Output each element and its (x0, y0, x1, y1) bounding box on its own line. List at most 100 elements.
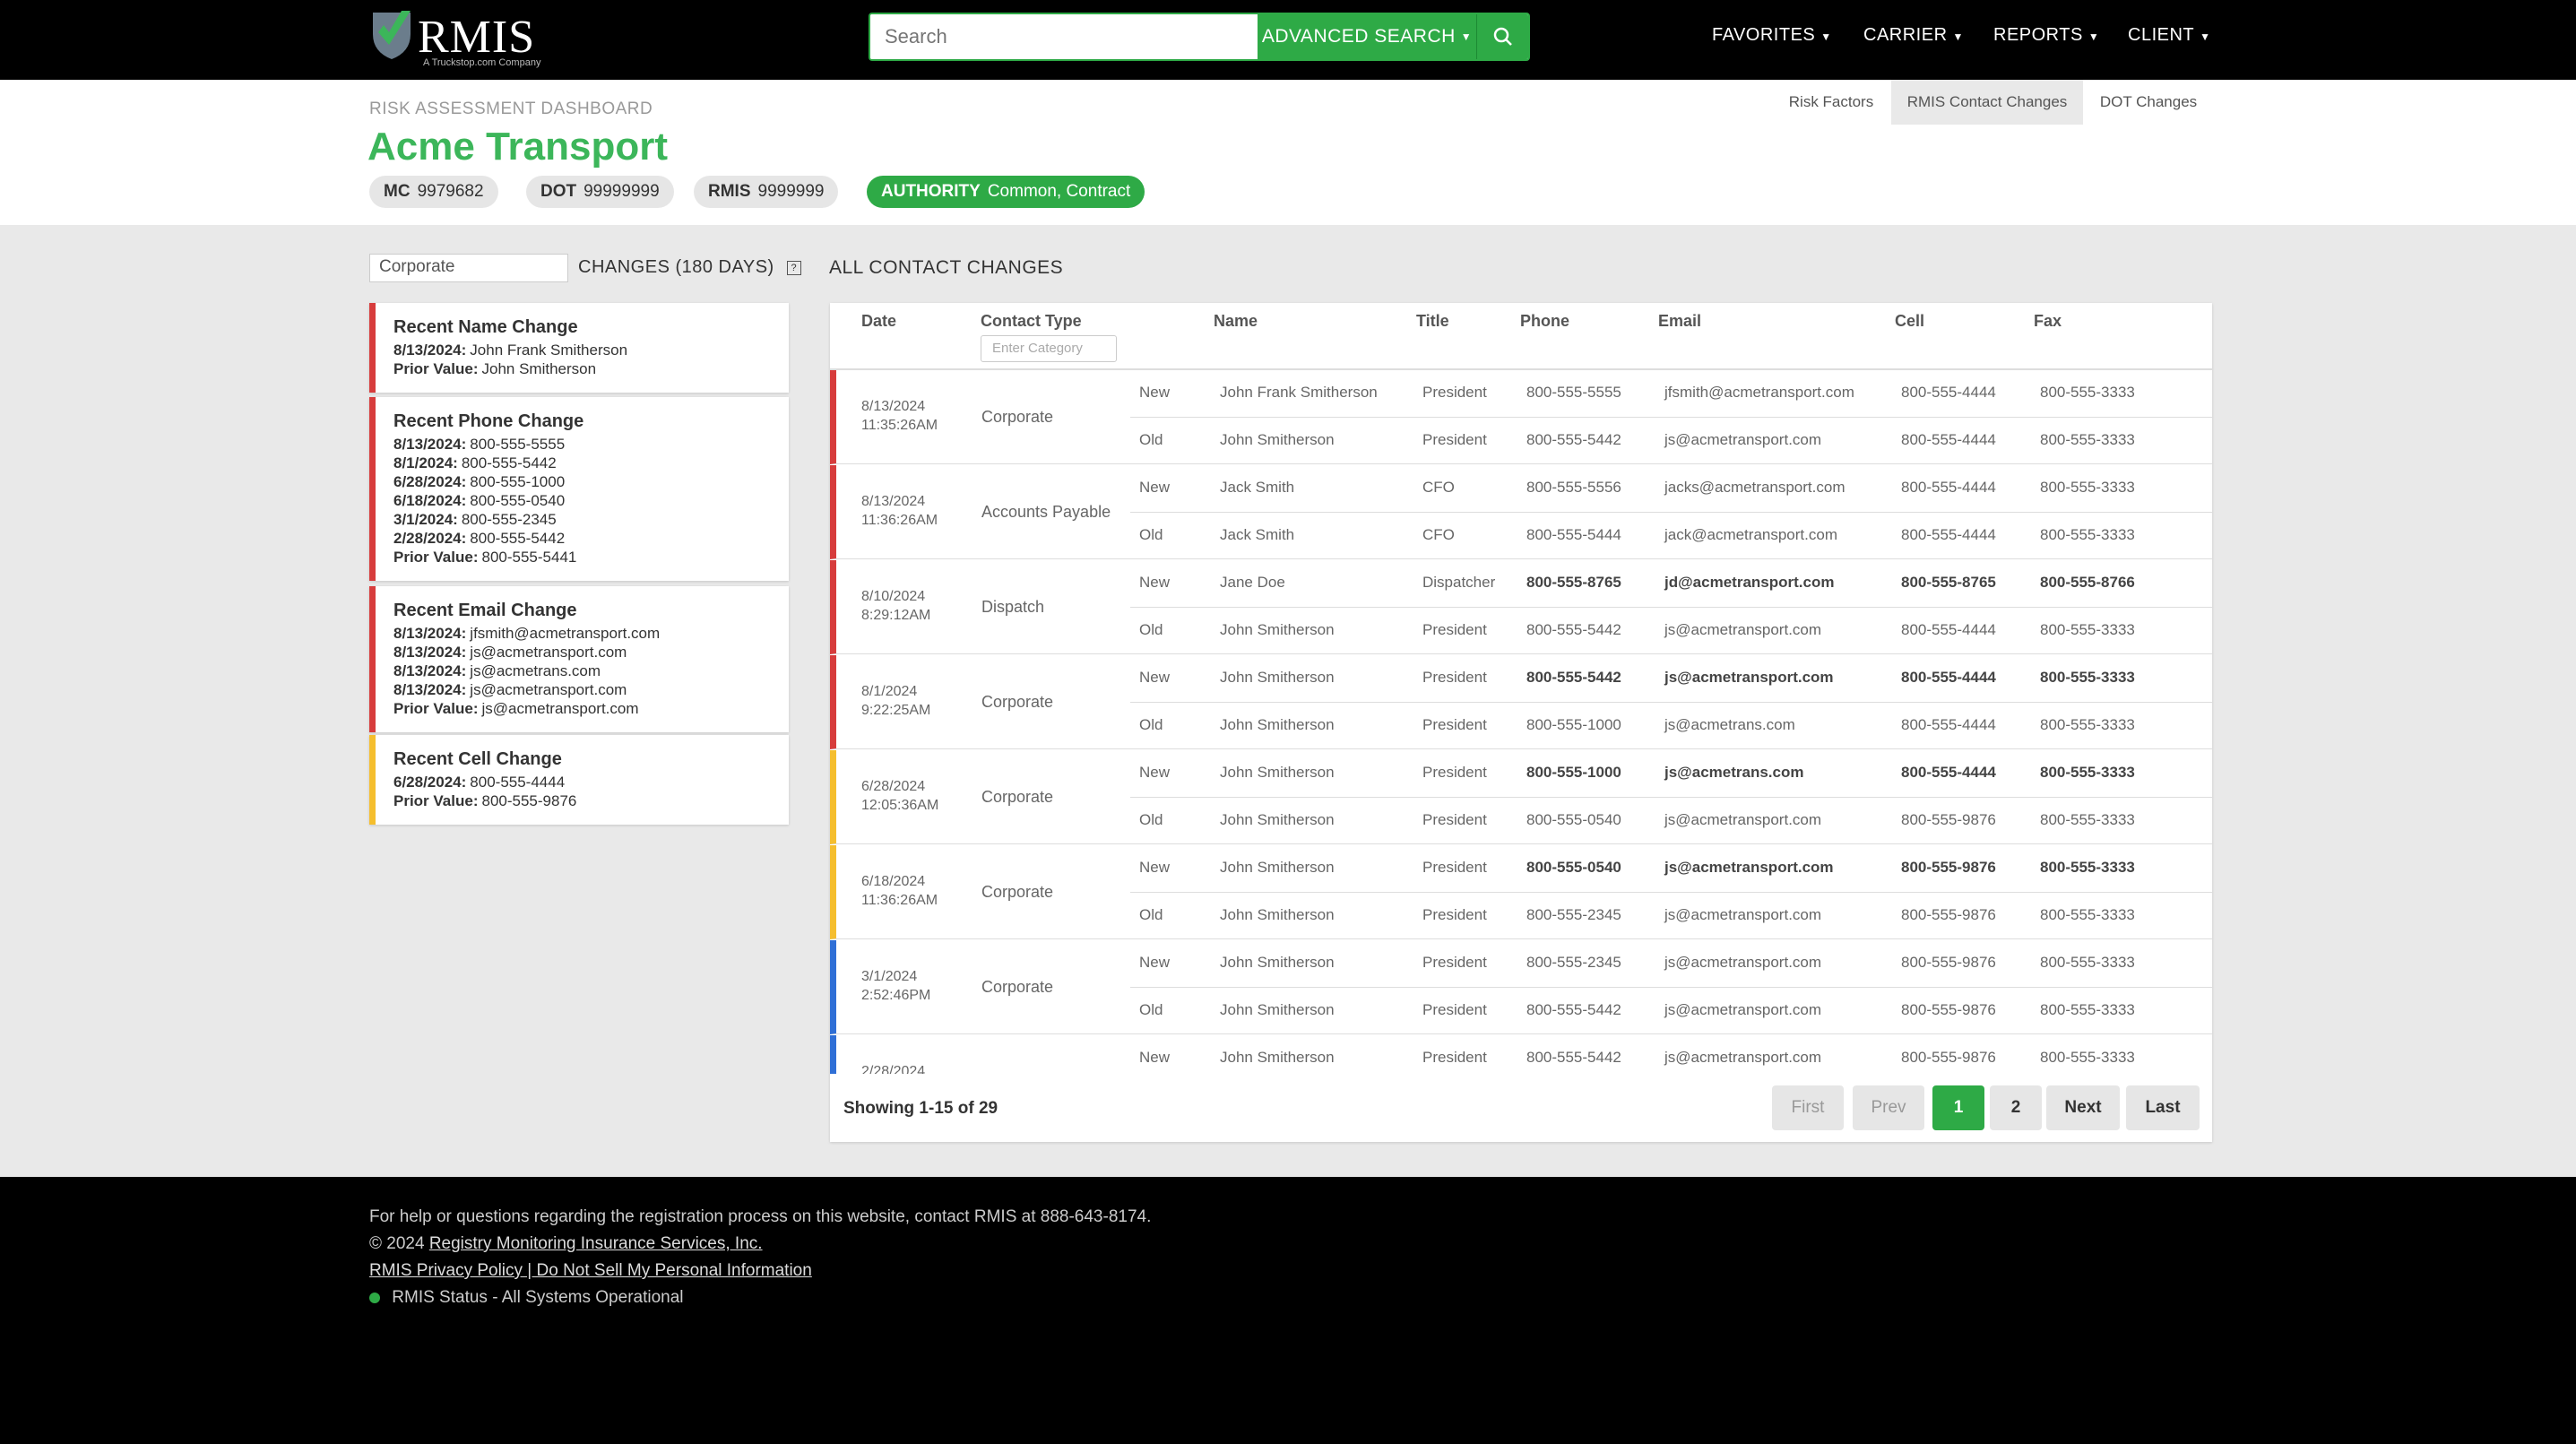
logo-tagline: A Truckstop.com Company (423, 57, 541, 68)
change-date: 8/10/2024 8:29:12AM (861, 589, 931, 623)
table-row[interactable]: New Jack Smith CFO 800-555-5556 jacks@acmetr… (1130, 465, 2212, 512)
table-row[interactable]: New John Smitherson President 800-555-5442 j… (1130, 655, 2212, 702)
table-row[interactable]: New John Smitherson President 800-555-5442 j… (1130, 1035, 2212, 1074)
tab-contact-changes[interactable]: RMIS Contact Changes (1891, 80, 2083, 125)
tab-dot-changes[interactable]: DOT Changes (2090, 80, 2207, 125)
cell-phone: 800-555-0540 (1526, 859, 1621, 876)
contact-type: Corporate (981, 408, 1054, 426)
cell-phone: 800-555-2345 (1526, 906, 1621, 923)
breadcrumb: RISK ASSESSMENT DASHBOARD (369, 99, 653, 118)
table-row[interactable]: Old John Smitherson President 800-555-0540 j… (1130, 797, 2212, 843)
search-button[interactable] (1476, 14, 1528, 59)
search-bar: ADVANCED SEARCH ▼ (869, 13, 1530, 61)
table-row-group: 6/28/2024 12:05:36AM Corporate New John Smit… (830, 750, 2212, 844)
change-card: Recent Cell Change 6/28/2024: 800-555-4444… (369, 735, 789, 825)
table-row[interactable]: Old Jack Smith CFO 800-555-5444 jack@acmetra… (1130, 512, 2212, 558)
col-contact-type[interactable]: Contact Type (981, 312, 1082, 331)
company-link[interactable]: Registry Monitoring Insurance Services, … (429, 1234, 763, 1253)
cell-title: CFO (1422, 479, 1455, 496)
search-icon (1493, 27, 1512, 46)
change-card-title: Recent Phone Change (393, 411, 584, 431)
prev-page-button[interactable]: Prev (1853, 1085, 1924, 1130)
cell-state: Old (1139, 906, 1163, 923)
cell-cell: 800-555-4444 (1901, 621, 1996, 638)
cell-state: Old (1139, 716, 1163, 733)
change-card-line: 8/13/2024: 800-555-5555 (393, 436, 566, 453)
cell-phone: 800-555-5444 (1526, 526, 1621, 543)
last-page-button[interactable]: Last (2126, 1085, 2200, 1130)
authority-badge: AUTHORITY Common, Contract (867, 176, 1145, 208)
cell-fax: 800-555-3333 (2040, 716, 2135, 733)
status-text: RMIS Status - All Systems Operational (392, 1288, 684, 1307)
search-input[interactable] (870, 14, 1258, 59)
cell-title: President (1422, 1049, 1487, 1066)
cell-fax: 800-555-3333 (2040, 811, 2135, 828)
cell-cell: 800-555-9876 (1901, 1001, 1996, 1018)
rmis-logo[interactable]: RMIS A Truckstop.com Company (369, 7, 549, 68)
cell-title: President (1422, 384, 1487, 401)
col-name[interactable]: Name (1214, 312, 1258, 331)
table-row[interactable]: New John Smitherson President 800-555-2345 j… (1130, 940, 2212, 987)
table-row[interactable]: Old John Smitherson President 800-555-5442 j… (1130, 417, 2212, 463)
next-page-button[interactable]: Next (2046, 1085, 2120, 1130)
table-row[interactable]: New Jane Doe Dispatcher 800-555-8765 jd@acme… (1130, 560, 2212, 607)
table-row[interactable]: Old John Smitherson President 800-555-1000 j… (1130, 702, 2212, 748)
table-row[interactable]: New John Smitherson President 800-555-1000 j… (1130, 750, 2212, 797)
first-page-button[interactable]: First (1772, 1085, 1844, 1130)
change-card-line: 2/28/2024: 800-555-5442 (393, 530, 566, 547)
menu-reports[interactable]: REPORTS ▼ (1993, 25, 2099, 46)
cell-name: Jane Doe (1220, 574, 1285, 591)
cell-fax: 800-555-3333 (2040, 954, 2135, 971)
cell-phone: 800-555-1000 (1526, 716, 1621, 733)
menu-client[interactable]: CLIENT ▼ (2128, 25, 2211, 46)
cell-phone: 800-555-5556 (1526, 479, 1621, 496)
change-card-line: Prior Value: John Smitherson (393, 360, 597, 377)
table-row[interactable]: Old John Smitherson President 800-555-5442 j… (1130, 987, 2212, 1033)
cell-phone: 800-555-5442 (1526, 1001, 1621, 1018)
table-row[interactable]: New John Frank Smitherson President 800-555… (1130, 370, 2212, 417)
caret-down-icon: ▼ (2200, 30, 2211, 43)
col-fax[interactable]: Fax (2034, 312, 2062, 331)
cell-title: President (1422, 954, 1487, 971)
page-title: Acme Transport (367, 125, 668, 169)
showing-count: Showing 1-15 of 29 (843, 1099, 998, 1118)
page-2-button[interactable]: 2 (1990, 1085, 2042, 1130)
cell-cell: 800-555-8765 (1901, 574, 1996, 591)
copyright: © 2024 Registry Monitoring Insurance Ser… (369, 1234, 763, 1253)
status-row[interactable]: RMIS Status - All Systems Operational (369, 1288, 684, 1308)
tab-risk-factors[interactable]: Risk Factors (1779, 80, 1883, 125)
table-row[interactable]: Old John Smitherson President 800-555-2345 j… (1130, 892, 2212, 938)
cell-title: President (1422, 621, 1487, 638)
table-row[interactable]: Old John Smitherson President 800-555-5442 j… (1130, 607, 2212, 653)
contact-type-select[interactable]: Corporate (369, 254, 568, 282)
col-phone[interactable]: Phone (1520, 312, 1569, 331)
info-icon[interactable]: ? (786, 260, 801, 275)
cell-title: President (1422, 669, 1487, 686)
menu-favorites[interactable]: FAVORITES ▼ (1712, 25, 1832, 46)
contact-type: Dispatch (981, 598, 1045, 616)
cell-email: js@acmetransport.com (1664, 859, 1834, 876)
change-card-title: Recent Name Change (393, 317, 578, 337)
cell-fax: 800-555-3333 (2040, 1049, 2135, 1066)
cell-cell: 800-555-9876 (1901, 859, 1996, 876)
col-cell[interactable]: Cell (1895, 312, 1924, 331)
col-date[interactable]: Date (861, 312, 896, 331)
advanced-search-button[interactable]: ADVANCED SEARCH ▼ (1258, 14, 1476, 59)
col-title[interactable]: Title (1416, 312, 1449, 331)
page-1-button[interactable]: 1 (1932, 1085, 1984, 1130)
cell-phone: 800-555-0540 (1526, 811, 1621, 828)
cell-state: Old (1139, 431, 1163, 448)
change-card: Recent Phone Change 8/13/2024: 800-555-555… (369, 397, 789, 581)
cell-email: js@acmetransport.com (1664, 1049, 1822, 1066)
cell-name: John Smitherson (1220, 954, 1335, 971)
table-row[interactable]: New John Smitherson President 800-555-0540 j… (1130, 845, 2212, 892)
privacy-link[interactable]: RMIS Privacy Policy | Do Not Sell My Per… (369, 1261, 812, 1280)
change-card-line: 6/18/2024: 800-555-0540 (393, 492, 566, 509)
menu-carrier[interactable]: CARRIER ▼ (1863, 25, 1964, 46)
contact-type-filter-input[interactable]: Enter Category (981, 335, 1117, 362)
change-card-line: 6/28/2024: 800-555-1000 (393, 473, 566, 490)
cell-name: John Smitherson (1220, 906, 1335, 923)
col-email[interactable]: Email (1658, 312, 1701, 331)
cell-title: President (1422, 859, 1487, 876)
cell-cell: 800-555-4444 (1901, 384, 1996, 401)
